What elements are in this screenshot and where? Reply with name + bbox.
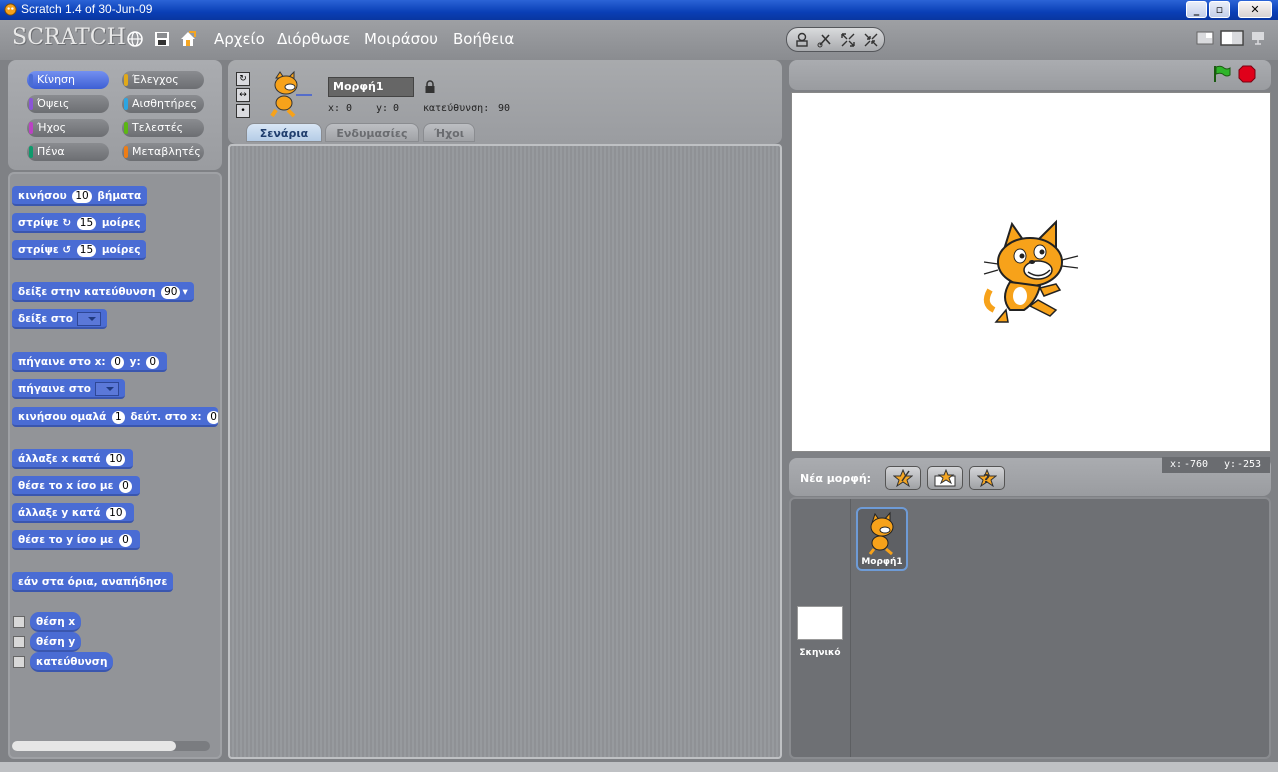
rotation-full-icon[interactable]: ↻ [236, 72, 250, 86]
stage[interactable] [791, 92, 1271, 452]
shrink-icon[interactable] [862, 31, 880, 49]
tab-costumes[interactable]: Ενδυμασίες [325, 123, 419, 142]
minimize-button[interactable]: _ [1186, 1, 1207, 18]
category-motion[interactable]: Κίνηση [27, 71, 109, 89]
grow-icon[interactable] [839, 31, 857, 49]
new-sprite-label: Νέα μορφή: [800, 472, 872, 485]
block-set-x[interactable]: θέσε το x ίσο με 0 [12, 476, 140, 496]
block-turn-right[interactable]: στρίψε ↻ 15 μοίρες [12, 213, 147, 233]
menu-bar: SCRATCH Αρχείο Διόρθωσε Μοιράσου Βοήθεια [0, 20, 1278, 60]
maximize-button[interactable]: ▫ [1209, 1, 1230, 18]
scratch-logo: SCRATCH [12, 25, 126, 50]
scratch-window: Scratch 1.4 of 30-Jun-09 _ ▫ ✕ SCRATCH Α… [0, 0, 1278, 772]
show-x-position-checkbox[interactable] [13, 616, 25, 628]
category-operators[interactable]: Τελεστές [122, 119, 204, 137]
menu-file[interactable]: Αρχείο [214, 30, 265, 48]
reporter-direction[interactable]: κατεύθυνση [30, 652, 114, 672]
green-flag-icon[interactable] [1211, 65, 1231, 83]
menu-edit[interactable]: Διόρθωσε [277, 30, 350, 48]
delete-scissors-icon[interactable] [816, 31, 834, 49]
tab-scripts[interactable]: Σενάρια [246, 123, 322, 142]
paint-new-sprite-button[interactable] [885, 466, 921, 490]
normal-stage-mode-icon[interactable] [1220, 30, 1244, 46]
surprise-question-star-icon: ? [977, 469, 997, 487]
block-glide[interactable]: κινήσου ομαλά 1 δεύτ. στο x: 0 y [12, 407, 218, 427]
reporter-x-position[interactable]: θέση x [30, 612, 82, 632]
stage-thumbnail[interactable] [797, 606, 843, 640]
goto-dropdown[interactable] [94, 382, 119, 396]
sprite-preview-cat [270, 70, 312, 118]
block-goto-xy[interactable]: πήγαινε στο x: 0 y: 0 [12, 352, 167, 372]
small-stage-mode-icon[interactable] [1196, 30, 1214, 46]
block-turn-left[interactable]: στρίψε ↺ 15 μοίρες [12, 240, 147, 260]
block-change-x[interactable]: άλλαξε x κατά 10 [12, 449, 134, 469]
block-point-towards[interactable]: δείξε στο [12, 309, 107, 329]
svg-text:?: ? [983, 472, 990, 486]
target-dropdown[interactable] [76, 312, 101, 326]
close-button[interactable]: ✕ [1238, 1, 1272, 18]
window-title: Scratch 1.4 of 30-Jun-09 [21, 2, 153, 16]
show-y-position-checkbox[interactable] [13, 636, 25, 648]
rotate-counterclockwise-icon: ↺ [62, 244, 72, 256]
mouse-y-label: y: [1224, 459, 1237, 470]
stop-sign-icon[interactable] [1238, 65, 1256, 83]
block-goto[interactable]: πήγαινε στο [12, 379, 125, 399]
save-icon[interactable] [153, 30, 171, 48]
mouse-x-value: -760 [1184, 459, 1209, 470]
category-sensing[interactable]: Αισθητήρες [122, 95, 204, 113]
category-pen[interactable]: Πένα [27, 143, 109, 161]
surprise-sprite-button[interactable]: ? [969, 466, 1005, 490]
mouse-position-readout: x: -760 y: -253 [1162, 457, 1270, 473]
reporter-y-position[interactable]: θέση y [30, 632, 82, 652]
sprite-name-field[interactable]: Μορφή1 [328, 77, 414, 97]
scrollbar-thumb[interactable] [12, 741, 176, 751]
mouse-x-label: x: [1170, 459, 1183, 470]
scripts-area[interactable] [228, 144, 782, 759]
palette-scrollbar[interactable] [12, 741, 210, 751]
presentation-mode-icon[interactable] [1250, 30, 1266, 46]
choose-sprite-from-file-button[interactable] [927, 466, 963, 490]
share-house-icon[interactable] [179, 30, 197, 48]
category-looks[interactable]: Όψεις [27, 95, 109, 113]
sprite-thumbnail-label: Μορφή1 [861, 557, 903, 567]
sprite-y-value: 0 [393, 103, 400, 114]
rotation-flip-icon[interactable]: ↔ [236, 88, 250, 102]
category-variables[interactable]: Μεταβλητές [122, 143, 204, 161]
mouse-y-value: -253 [1237, 459, 1262, 470]
block-bounce[interactable]: εάν στα όρια, αναπήδησε [12, 572, 174, 592]
lock-icon[interactable] [424, 80, 436, 94]
block-move-steps[interactable]: κινήσου 10 βήματα [12, 186, 148, 206]
category-control[interactable]: Έλεγχος [122, 71, 204, 89]
cat-thumbnail-icon [868, 511, 894, 555]
title-bar: Scratch 1.4 of 30-Jun-09 _ ▫ ✕ [0, 0, 1278, 20]
paint-star-icon [893, 469, 913, 487]
duplicate-stamp-icon[interactable] [793, 31, 811, 49]
bottom-strip [0, 762, 1278, 772]
block-point-in-direction[interactable]: δείξε στην κατεύθυνση 90 ▾ [12, 282, 194, 302]
chevron-down-icon: ▾ [182, 286, 188, 298]
stage-label: Σκηνικό [799, 648, 841, 658]
sprite-direction-label: κατεύθυνση: [423, 103, 490, 114]
scratch-cat-sprite[interactable] [980, 218, 1082, 326]
globe-icon[interactable] [126, 30, 144, 48]
rotation-none-icon[interactable]: • [236, 104, 250, 118]
sprite-thumbnail[interactable]: Μορφή1 [856, 507, 908, 571]
scratch-cat-app-icon [4, 3, 17, 16]
menu-help[interactable]: Βοήθεια [453, 30, 514, 48]
sprite-y-label: y: [376, 103, 389, 114]
menu-share[interactable]: Μοιράσου [364, 30, 438, 48]
block-set-y[interactable]: θέσε το y ίσο με 0 [12, 530, 140, 550]
folder-star-icon [934, 469, 956, 487]
sprite-tools [786, 27, 885, 52]
category-sound[interactable]: Ήχος [27, 119, 109, 137]
sprite-x-value: 0 [346, 103, 353, 114]
tab-sounds[interactable]: Ήχοι [423, 123, 475, 142]
stage-header [789, 60, 1271, 90]
sprite-direction-value: 90 [498, 103, 511, 114]
block-change-y[interactable]: άλλαξε y κατά 10 [12, 503, 134, 523]
rotate-clockwise-icon: ↻ [62, 217, 72, 229]
show-direction-checkbox[interactable] [13, 656, 25, 668]
sprite-x-label: x: [328, 103, 341, 114]
